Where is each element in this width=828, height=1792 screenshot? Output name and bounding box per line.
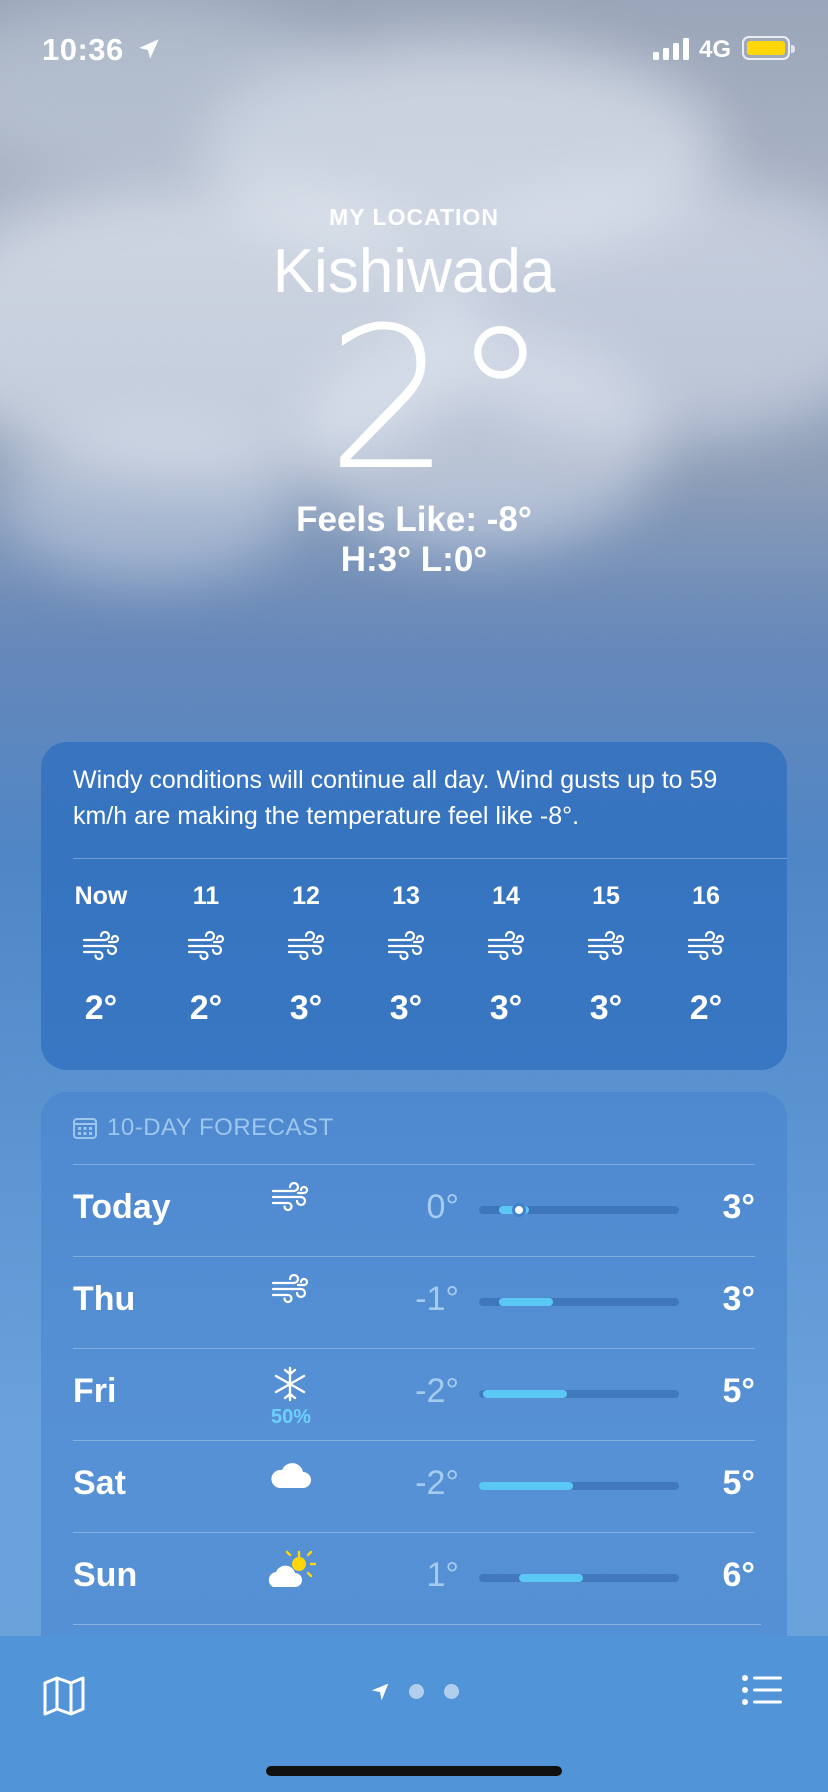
hour-temperature: 3° [289, 989, 323, 1027]
low-temperature: -1° [415, 1280, 459, 1318]
temperature-range-bar [479, 1298, 679, 1306]
precipitation-chance: 50% [270, 1406, 312, 1428]
feels-like: Feels Like: -8° [296, 500, 532, 539]
forecast-row[interactable]: Today 0° 3° [73, 1164, 755, 1256]
low-temperature: -2° [415, 1372, 459, 1410]
hour-temperature: 2° [189, 989, 223, 1027]
wind-icon [265, 1273, 315, 1309]
current-temperature: 2° [326, 286, 550, 514]
calendar-icon [73, 1118, 97, 1139]
divider [73, 1348, 755, 1349]
low-temperature: -2° [415, 1464, 459, 1502]
current-temp-dot [512, 1203, 526, 1217]
divider [73, 858, 787, 859]
snowflake-icon [265, 1366, 315, 1407]
partly-sunny-icon [265, 1550, 317, 1595]
forecast-row[interactable]: Fri 50% -2° 5° [73, 1348, 755, 1440]
cellular-signal-icon [653, 38, 689, 60]
hour-temperature: 3° [589, 989, 623, 1027]
wind-icon [266, 930, 346, 971]
day-label: Fri [73, 1372, 117, 1410]
location-label: MY LOCATION [329, 204, 499, 230]
hour-temperature: 2° [689, 989, 723, 1027]
hourly-item: 16 2° [666, 882, 746, 1028]
status-time: 10:36 [42, 32, 124, 67]
wind-icon [61, 930, 141, 971]
status-bar: 10:36 4G [0, 0, 828, 100]
high-temperature: 6° [722, 1556, 755, 1594]
high-temperature: 3° [722, 1188, 755, 1226]
hour-temperature: 3° [489, 989, 523, 1027]
day-label: Today [73, 1188, 171, 1226]
forecast-title: 10-DAY FORECAST [107, 1114, 334, 1141]
home-indicator[interactable] [266, 1766, 562, 1776]
network-type: 4G [699, 36, 732, 63]
cloud-icon [265, 1458, 315, 1495]
low-temperature: 1° [426, 1556, 459, 1594]
wind-icon [666, 930, 746, 971]
forecast-row[interactable]: Thu -1° 3° [73, 1256, 755, 1348]
hourly-item: 12 3° [266, 882, 346, 1028]
temperature-range-bar [479, 1390, 679, 1398]
page-dot-icon[interactable] [444, 1684, 459, 1699]
hour-label: 16 [692, 882, 720, 910]
low-temperature: 0° [426, 1188, 459, 1226]
day-label: Thu [73, 1280, 136, 1318]
location-arrow-icon[interactable] [370, 1682, 390, 1702]
wind-icon [466, 930, 546, 971]
weather-summary: Windy conditions will continue all day. … [73, 766, 718, 830]
forecast-row[interactable]: Sat -2° 5° [73, 1440, 755, 1532]
battery-icon [742, 36, 795, 60]
hour-temperature: 3° [389, 989, 423, 1027]
page-dot-icon[interactable] [409, 1684, 424, 1699]
location-services-icon [139, 39, 159, 59]
hour-label: 11 [192, 882, 220, 910]
hourly-forecast-card[interactable]: Windy conditions will continue all day. … [41, 742, 787, 1070]
hour-label: 15 [592, 882, 620, 910]
hourly-item: Now 2° [61, 882, 141, 1028]
divider [73, 1164, 755, 1165]
list-icon[interactable] [742, 1674, 782, 1706]
map-icon[interactable] [42, 1676, 86, 1716]
divider [73, 1624, 761, 1625]
hour-label: Now [74, 882, 128, 910]
hour-label: 14 [492, 882, 520, 910]
day-label: Sat [73, 1464, 126, 1502]
hourly-item: 15 3° [566, 882, 646, 1028]
forecast-header: 10-DAY FORECAST [73, 1114, 334, 1142]
wind-icon [366, 930, 446, 971]
divider [73, 1440, 755, 1441]
hourly-item: 13 3° [366, 882, 446, 1028]
forecast-row[interactable]: Sun 1° 6° [73, 1532, 755, 1624]
high-temperature: 3° [722, 1280, 755, 1318]
high-low: H:3° L:0° [340, 540, 488, 579]
hourly-item: 11 2° [166, 882, 246, 1028]
temperature-range-bar [479, 1574, 679, 1582]
temperature-range-bar [479, 1203, 679, 1217]
hour-label: 13 [392, 882, 420, 910]
high-temperature: 5° [722, 1372, 755, 1410]
divider [73, 1256, 755, 1257]
wind-icon [566, 930, 646, 971]
temperature-range-bar [479, 1482, 679, 1490]
wind-icon [265, 1181, 315, 1217]
high-temperature: 5° [722, 1464, 755, 1502]
day-label: Sun [73, 1556, 138, 1594]
hour-label: 12 [292, 882, 320, 910]
wind-icon [166, 930, 246, 971]
hour-temperature: 2° [84, 989, 118, 1027]
hourly-item: 14 3° [466, 882, 546, 1028]
divider [73, 1532, 755, 1533]
